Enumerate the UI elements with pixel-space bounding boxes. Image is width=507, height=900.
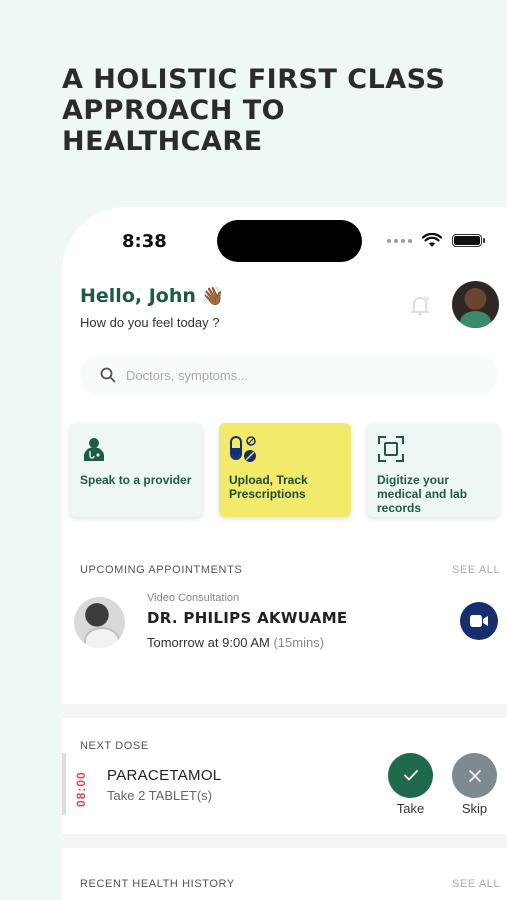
- wifi-icon: [422, 233, 442, 247]
- battery-icon: [452, 234, 485, 247]
- appointment-type: Video Consultation: [147, 592, 240, 604]
- doctor-name: DR. PHILIPS AKWUAME: [147, 609, 348, 627]
- appointment-duration: (15mins): [273, 635, 325, 650]
- signal-icon: [387, 238, 412, 243]
- medication-name: PARACETAMOL: [107, 767, 222, 784]
- appointments-section-title: UPCOMING APPOINTMENTS: [80, 564, 243, 576]
- next-dose-section-title: NEXT DOSE: [80, 740, 149, 752]
- skip-dose-button[interactable]: [452, 753, 497, 798]
- search-bar[interactable]: [80, 355, 498, 395]
- search-input[interactable]: [126, 367, 426, 383]
- page-headline: A HOLISTIC FIRST CLASS APPROACH TO HEALT…: [62, 64, 446, 157]
- appointment-time: Tomorrow at 9:00 AM (15mins): [147, 635, 324, 650]
- skip-label[interactable]: Skip: [452, 801, 497, 816]
- user-avatar[interactable]: [452, 281, 499, 328]
- search-icon: [100, 367, 116, 383]
- speak-to-provider-card[interactable]: Speak to a provider: [70, 423, 202, 517]
- appointments-see-all-link[interactable]: SEE ALL: [452, 564, 500, 576]
- dose-time: 08:00: [74, 771, 88, 807]
- health-history-see-all-link[interactable]: SEE ALL: [452, 878, 500, 890]
- dose-indicator-bar: [62, 753, 66, 815]
- video-call-button[interactable]: [460, 602, 498, 640]
- doctor-icon: [84, 438, 104, 461]
- checkmark-icon: [403, 770, 418, 781]
- section-divider: [62, 834, 507, 848]
- medication-dosage: Take 2 TABLET(s): [107, 788, 212, 803]
- phone-screen: 8:38 Hello, John 👋🏾 How do you feel today…: [62, 207, 507, 900]
- status-time: 8:38: [122, 231, 167, 252]
- greeting: Hello, John 👋🏾: [80, 285, 224, 307]
- appointment-time-text: Tomorrow at 9:00 AM: [147, 635, 270, 650]
- greeting-text: Hello, John: [80, 285, 196, 307]
- scan-icon: [378, 436, 404, 462]
- take-label[interactable]: Take: [388, 801, 433, 816]
- quick-action-label: Speak to a provider: [80, 473, 192, 487]
- dynamic-island: [217, 220, 362, 262]
- section-divider: [62, 704, 507, 718]
- greeting-subtitle: How do you feel today ?: [80, 315, 220, 330]
- doctor-avatar: [74, 597, 125, 648]
- close-icon: [468, 769, 481, 782]
- wave-emoji: 👋🏾: [201, 286, 225, 307]
- notification-bell-icon[interactable]: [408, 293, 432, 317]
- pills-icon: [230, 436, 256, 462]
- video-camera-icon: [470, 615, 488, 627]
- take-dose-button[interactable]: [388, 753, 433, 798]
- quick-action-label: Digitize your medical and lab records: [377, 473, 468, 515]
- health-history-section-title: RECENT HEALTH HISTORY: [80, 878, 235, 890]
- upload-prescriptions-card[interactable]: Upload, Track Prescriptions: [219, 423, 351, 517]
- digitize-records-card[interactable]: Digitize your medical and lab records: [367, 423, 499, 517]
- quick-action-label: Upload, Track Prescriptions: [229, 473, 308, 501]
- status-icons: [387, 233, 485, 248]
